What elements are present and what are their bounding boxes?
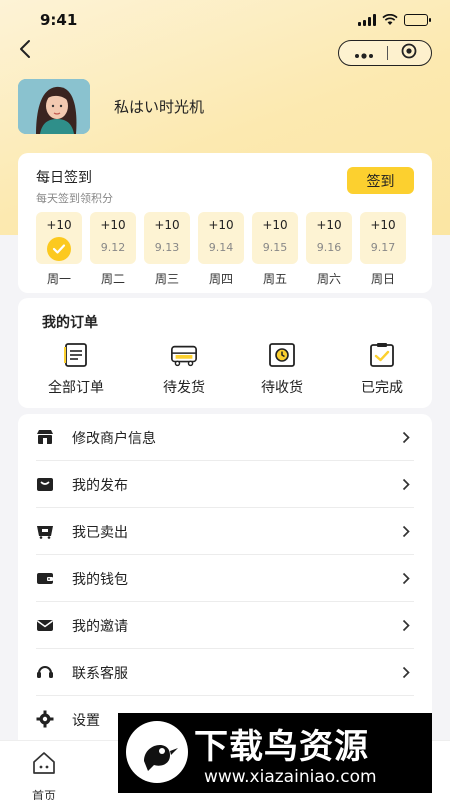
day-points: +10 <box>262 218 288 232</box>
capsule-divider <box>386 46 388 60</box>
day-points: +10 <box>100 218 126 232</box>
orders-title: 我的订单 <box>42 315 98 331</box>
day-points: +10 <box>46 218 72 232</box>
menu-item-my-posts[interactable]: 我的发布 <box>18 461 432 508</box>
order-label: 已完成 <box>361 380 403 396</box>
checked-clipboard-icon <box>368 342 396 368</box>
order-label: 待发货 <box>163 380 205 396</box>
menu-label: 我的邀请 <box>72 619 128 635</box>
store-icon <box>36 428 54 446</box>
watermark-url: www.xiazainiao.com <box>204 767 377 787</box>
checkin-subtitle: 每天签到领积分 <box>36 192 113 205</box>
menu-item-sold[interactable]: 我已卖出 <box>18 508 432 555</box>
my-orders-card: 我的订单 全部订单 待发货 待收货 已完成 <box>18 298 432 408</box>
tab-home[interactable]: 首页 <box>22 751 66 800</box>
watermark-banner: 下载鸟资源 www.xiazainiao.com <box>118 713 432 793</box>
daily-checkin-card: 每日签到 每天签到领积分 签到 +10 周一 +10 9.12 周二 +10 9… <box>18 153 432 293</box>
day-date: 9.13 <box>154 241 180 254</box>
sold-cart-icon <box>36 522 54 540</box>
mini-program-capsule <box>338 40 432 66</box>
wifi-icon <box>382 14 398 25</box>
more-button[interactable] <box>354 44 374 63</box>
day-label: 周四 <box>208 272 233 286</box>
menu-label: 联系客服 <box>72 666 128 682</box>
checkin-day: +10 9.17 周日 <box>360 212 406 290</box>
gear-icon <box>36 710 54 728</box>
order-pending-ship-button[interactable]: 待发货 <box>139 342 229 398</box>
checkin-day: +10 周一 <box>36 212 82 290</box>
checkin-day: +10 9.16 周六 <box>306 212 352 290</box>
day-points: +10 <box>370 218 396 232</box>
shopping-bag-icon <box>36 475 54 493</box>
checkin-day: +10 9.14 周四 <box>198 212 244 290</box>
checkin-day: +10 9.13 周三 <box>144 212 190 290</box>
avatar[interactable] <box>18 79 90 134</box>
headset-icon <box>36 663 54 681</box>
day-date: 9.14 <box>208 241 234 254</box>
menu-label: 修改商户信息 <box>72 431 156 447</box>
envelope-icon <box>36 616 54 634</box>
bird-logo-icon <box>126 721 188 783</box>
wallet-icon <box>36 569 54 587</box>
username: 私はい时光机 <box>114 98 205 116</box>
day-points: +10 <box>208 218 234 232</box>
order-completed-button[interactable]: 已完成 <box>337 342 427 398</box>
checkin-days: +10 周一 +10 9.12 周二 +10 9.13 周三 +10 9.14 … <box>36 212 416 290</box>
battery-icon <box>404 14 431 26</box>
close-mini-program-button[interactable] <box>401 43 417 63</box>
delivery-box-icon <box>170 342 198 368</box>
menu-item-wallet[interactable]: 我的钱包 <box>18 555 432 602</box>
menu-label: 我的钱包 <box>72 572 128 588</box>
checkin-day: +10 9.15 周五 <box>252 212 298 290</box>
day-date: 9.15 <box>262 241 288 254</box>
checkin-button[interactable]: 签到 <box>347 167 414 194</box>
menu-item-customer-service[interactable]: 联系客服 <box>18 649 432 696</box>
home-icon <box>31 751 57 775</box>
menu-item-invitations[interactable]: 我的邀请 <box>18 602 432 649</box>
day-label: 周六 <box>316 272 341 286</box>
tab-home-label: 首页 <box>31 789 56 800</box>
back-button[interactable] <box>14 36 36 62</box>
checked-icon <box>47 237 71 261</box>
status-bar: 9:41 <box>0 0 450 40</box>
more-dots-icon <box>354 52 373 59</box>
chevron-left-icon <box>20 40 30 58</box>
day-points: +10 <box>316 218 342 232</box>
document-list-icon <box>62 342 90 368</box>
order-label: 全部订单 <box>48 380 104 396</box>
menu-item-edit-merchant[interactable]: 修改商户信息 <box>18 414 432 461</box>
order-all-button[interactable]: 全部订单 <box>31 342 121 398</box>
target-circle-icon <box>401 43 416 59</box>
day-points: +10 <box>154 218 180 232</box>
menu-label: 我的发布 <box>72 478 128 494</box>
chevron-right-icon <box>400 523 412 539</box>
day-date: 9.17 <box>370 241 396 254</box>
order-label: 待收货 <box>261 380 303 396</box>
status-icons <box>358 14 431 26</box>
day-label: 周二 <box>100 272 125 286</box>
day-label: 周五 <box>262 272 287 286</box>
day-date: 9.12 <box>100 241 126 254</box>
chevron-right-icon <box>400 476 412 492</box>
avatar-image <box>18 79 90 134</box>
order-pending-receive-button[interactable]: 待收货 <box>237 342 327 398</box>
chevron-right-icon <box>400 570 412 586</box>
menu-label: 设置 <box>72 713 100 729</box>
day-label: 周三 <box>154 272 179 286</box>
chevron-right-icon <box>400 664 412 680</box>
signal-icon <box>358 14 376 26</box>
menu-label: 我已卖出 <box>72 525 128 541</box>
menu-list: 修改商户信息 我的发布 我已卖出 我的钱包 我的邀请 联系客服 设置 <box>18 414 432 754</box>
day-label: 周日 <box>370 272 395 286</box>
chevron-right-icon <box>400 617 412 633</box>
day-label: 周一 <box>46 272 71 286</box>
watermark-title: 下载鸟资源 <box>194 727 369 767</box>
checkin-title: 每日签到 <box>36 170 92 186</box>
status-time: 9:41 <box>40 11 78 29</box>
day-date: 9.16 <box>316 241 342 254</box>
clock-box-icon <box>268 342 296 368</box>
checkin-day: +10 9.12 周二 <box>90 212 136 290</box>
chevron-right-icon <box>400 429 412 445</box>
